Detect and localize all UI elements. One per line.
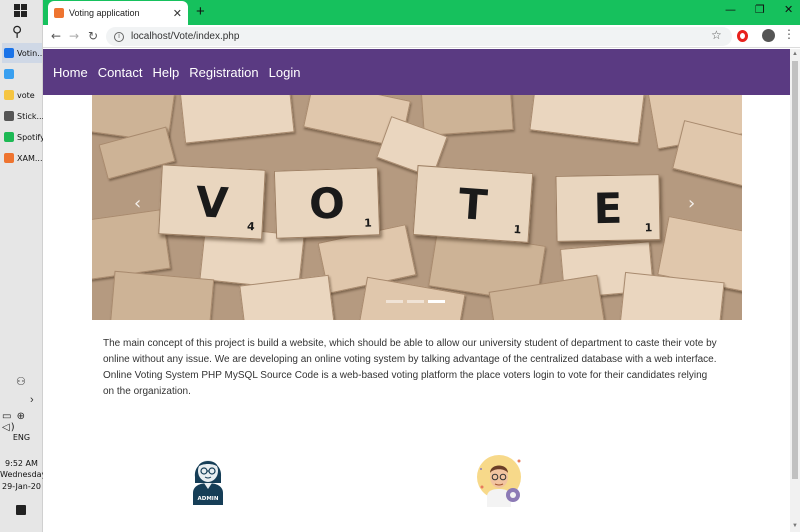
vote-letter-tile-o: O 1 <box>273 167 381 239</box>
admin-label: ADMIN <box>198 496 219 502</box>
taskbar-app-icon <box>4 90 14 100</box>
vote-letter-tile-t: T 1 <box>412 165 534 243</box>
taskbar-app-5[interactable]: XAM... <box>2 148 42 168</box>
taskbar-app-1[interactable] <box>2 64 42 84</box>
people-icon[interactable]: ⚇ <box>16 375 26 388</box>
hero-carousel: V 4 O 1 T 1 E 1 ‹ › <box>92 95 742 320</box>
scrabble-tile <box>179 95 295 144</box>
scroll-up-icon[interactable]: ▲ <box>792 51 798 57</box>
scrabble-tile <box>420 95 514 137</box>
taskbar-app-label: Stick... <box>17 111 45 121</box>
browser-tab[interactable]: Voting application ✕ <box>48 1 188 25</box>
taskbar-app-icon <box>4 111 14 121</box>
new-tab-button[interactable]: + <box>196 3 205 20</box>
taskbar-app-label: Votin... <box>17 48 45 58</box>
bookmark-star-icon[interactable]: ☆ <box>711 28 722 42</box>
taskbar-app-icon <box>4 69 14 79</box>
restore-icon[interactable]: ❐ <box>755 3 765 16</box>
vote-letter-tile-e: E 1 <box>555 174 661 242</box>
address-bar[interactable]: i localhost/Vote/index.php <box>106 27 732 46</box>
carousel-indicators <box>386 300 445 303</box>
scrollbar-thumb[interactable] <box>792 61 798 479</box>
language-indicator[interactable]: ENG <box>0 433 43 443</box>
url-text[interactable]: localhost/Vote/index.php <box>131 31 239 42</box>
taskbar-app-label: XAM... <box>17 153 43 163</box>
back-icon[interactable]: ← <box>51 29 61 43</box>
taskbar-app-label: Spotify <box>17 132 45 142</box>
browser-window: Voting application ✕ + — ❐ ✕ ← → ↻ i loc… <box>43 0 800 532</box>
minimize-icon[interactable]: — <box>725 3 736 16</box>
search-icon[interactable]: ⚲ <box>12 24 22 40</box>
project-description: The main concept of this project is buil… <box>103 338 717 397</box>
close-tab-icon[interactable]: ✕ <box>173 7 182 20</box>
xampp-favicon-icon <box>54 8 64 18</box>
scrabble-tile <box>529 95 645 144</box>
profile-avatar-icon[interactable] <box>762 29 775 42</box>
opera-extension-icon[interactable] <box>737 30 748 42</box>
nav-help-link[interactable]: Help <box>153 65 180 80</box>
taskbar-app-3[interactable]: Stick... <box>2 106 45 126</box>
close-window-icon[interactable]: ✕ <box>784 3 793 16</box>
carousel-indicator-3[interactable] <box>428 300 445 303</box>
reload-icon[interactable]: ↻ <box>88 29 98 43</box>
chevron-up-icon[interactable]: › <box>30 394 34 406</box>
page-viewport: Home Contact Help Registration Login V 4… <box>43 49 790 532</box>
voter-avatar-icon[interactable] <box>475 451 523 507</box>
menu-icon[interactable]: ⋮ <box>783 27 795 41</box>
clock-day[interactable]: Wednesday <box>0 470 46 480</box>
nav-home-link[interactable]: Home <box>53 65 88 80</box>
notification-icon[interactable] <box>16 505 26 515</box>
nav-login-link[interactable]: Login <box>269 65 301 80</box>
site-navbar: Home Contact Help Registration Login <box>43 49 790 95</box>
taskbar-app-2[interactable]: vote <box>2 85 42 105</box>
vote-letter-tile-v: V 4 <box>158 164 266 240</box>
taskbar-app-label: vote <box>17 90 35 100</box>
windows-start-icon[interactable] <box>14 4 28 18</box>
taskbar-app-0[interactable]: Votin... <box>2 43 45 63</box>
taskbar-app-4[interactable]: Spotify <box>2 127 45 147</box>
nav-contact-link[interactable]: Contact <box>98 65 143 80</box>
chevron-right-icon[interactable]: › <box>688 193 695 214</box>
info-icon[interactable]: i <box>114 31 124 42</box>
windows-taskbar: ⚲ Votin... vote Stick... Spotify XAM... ⚇ › … <box>0 0 46 532</box>
admin-avatar-icon[interactable]: ADMIN <box>190 449 226 505</box>
nav-registration-link[interactable]: Registration <box>189 65 258 80</box>
forward-icon[interactable]: → <box>69 29 79 43</box>
clock-time[interactable]: 9:52 AM <box>0 459 43 469</box>
page-scrollbar[interactable]: ▲ ▼ <box>790 49 800 532</box>
carousel-indicator-1[interactable] <box>386 300 403 303</box>
taskbar-app-icon <box>4 153 14 163</box>
taskbar-app-icon <box>4 48 14 58</box>
carousel-indicator-2[interactable] <box>407 300 424 303</box>
browser-toolbar: ← → ↻ i localhost/Vote/index.php ☆ ⋮ <box>43 25 800 48</box>
browser-titlebar: Voting application ✕ + — ❐ ✕ <box>43 0 800 25</box>
scrabble-tile <box>109 270 215 320</box>
scroll-down-icon[interactable]: ▼ <box>792 523 798 529</box>
chevron-left-icon[interactable]: ‹ <box>134 193 141 214</box>
tray-icons[interactable]: ▭ ⊕ ◁) <box>2 411 42 433</box>
clock-date[interactable]: 29-Jan-20 <box>0 482 43 492</box>
tab-title: Voting application <box>69 8 140 18</box>
taskbar-app-icon <box>4 132 14 142</box>
